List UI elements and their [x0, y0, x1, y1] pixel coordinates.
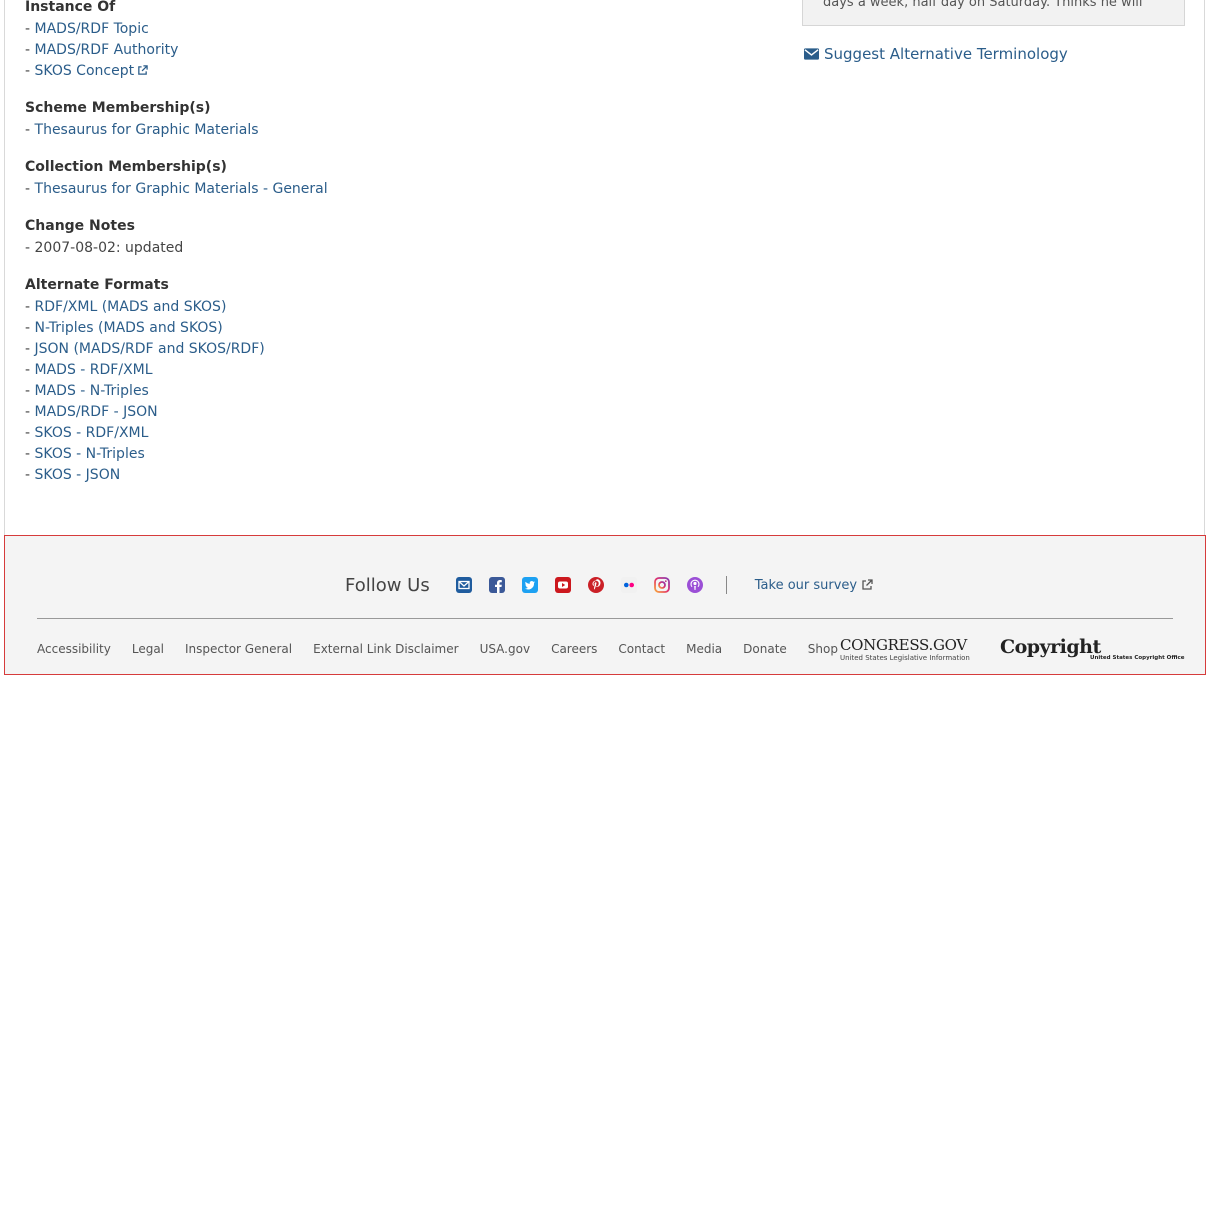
footer-divider: [37, 618, 1173, 619]
format-link-mads-n-triples[interactable]: MADS - N-Triples: [35, 383, 149, 399]
footer-link-accessibility[interactable]: Accessibility: [37, 642, 111, 656]
suggest-terminology-link[interactable]: Suggest Alternative Terminology: [804, 45, 1068, 63]
list-item: - MADS - RDF/XML: [25, 360, 265, 381]
format-link-mads-rdf-xml[interactable]: MADS - RDF/XML: [35, 362, 153, 378]
instagram-icon[interactable]: [653, 577, 670, 593]
footer-link-legal[interactable]: Legal: [132, 642, 164, 656]
congress-gov-logo[interactable]: CONGRESS.GOV United States Legislative I…: [840, 637, 970, 663]
format-link-skos-n-triples[interactable]: SKOS - N-Triples: [35, 446, 145, 462]
list-item: - SKOS - N-Triples: [25, 444, 265, 465]
dash: -: [25, 467, 35, 483]
dash: -: [25, 42, 35, 58]
dash: -: [25, 446, 35, 462]
change-notes-list: - 2007-08-02: updated: [25, 238, 183, 259]
format-link-rdf-xml[interactable]: RDF/XML (MADS and SKOS): [35, 299, 227, 315]
collection-membership-list: - Thesaurus for Graphic Materials - Gene…: [25, 179, 328, 200]
list-item: - Thesaurus for Graphic Materials: [25, 120, 259, 141]
format-link-n-triples[interactable]: N-Triples (MADS and SKOS): [35, 320, 223, 336]
dash: -: [25, 341, 35, 357]
take-survey-link[interactable]: Take our survey: [755, 578, 873, 593]
list-item: - MADS - N-Triples: [25, 381, 265, 402]
podcast-icon[interactable]: [686, 577, 703, 593]
dash: -: [25, 404, 35, 420]
facebook-icon[interactable]: [488, 577, 505, 593]
dash: -: [25, 122, 35, 138]
footer-link-media[interactable]: Media: [686, 642, 722, 656]
skos-concept-link[interactable]: SKOS Concept: [35, 63, 149, 79]
example-note-text: days a week, half day on Saturday. Think…: [823, 0, 1143, 10]
take-survey-label: Take our survey: [754, 577, 858, 593]
footer-link-shop[interactable]: Shop: [808, 642, 838, 656]
follow-us-label: Follow Us: [345, 574, 430, 596]
list-item: - SKOS Concept: [25, 61, 178, 82]
dash: -: [25, 240, 35, 256]
list-item: - JSON (MADS/RDF and SKOS/RDF): [25, 339, 265, 360]
list-item: - 2007-08-02: updated: [25, 238, 183, 259]
collection-link[interactable]: Thesaurus for Graphic Materials - Genera…: [35, 181, 328, 197]
footer-link-donate[interactable]: Donate: [743, 642, 787, 656]
list-item: - SKOS - RDF/XML: [25, 423, 265, 444]
footer-link-careers[interactable]: Careers: [551, 642, 597, 656]
dash: -: [25, 425, 35, 441]
format-link-mads-json[interactable]: MADS/RDF - JSON: [35, 404, 158, 420]
follow-divider: [725, 576, 727, 594]
footer-link-usa-gov[interactable]: USA.gov: [480, 642, 531, 656]
collection-membership-heading: Collection Membership(s): [25, 159, 227, 175]
mads-rdf-topic-link[interactable]: MADS/RDF Topic: [35, 21, 149, 37]
external-link-icon: [138, 65, 148, 75]
footer-link-contact[interactable]: Contact: [618, 642, 665, 656]
change-note-text: 2007-08-02: updated: [34, 240, 184, 256]
alternate-formats-list: - RDF/XML (MADS and SKOS) - N-Triples (M…: [25, 297, 265, 486]
external-link-icon: [862, 579, 873, 590]
dash: -: [25, 383, 35, 399]
list-item: - N-Triples (MADS and SKOS): [25, 318, 265, 339]
dash: -: [25, 181, 35, 197]
instance-of-heading: Instance Of: [25, 0, 116, 15]
list-item: - RDF/XML (MADS and SKOS): [25, 297, 265, 318]
format-link-skos-json[interactable]: SKOS - JSON: [35, 467, 121, 483]
footer-nav: Accessibility Legal Inspector General Ex…: [37, 642, 859, 656]
envelope-icon: [804, 48, 819, 60]
congress-logo-subtext: United States Legislative Information: [840, 654, 970, 662]
pinterest-icon[interactable]: [587, 577, 604, 593]
change-notes-heading: Change Notes: [25, 218, 135, 234]
suggest-terminology-label: Suggest Alternative Terminology: [824, 45, 1068, 63]
format-link-json[interactable]: JSON (MADS/RDF and SKOS/RDF): [35, 341, 265, 357]
copyright-logo-text: Copyright: [1000, 636, 1101, 658]
scheme-membership-list: - Thesaurus for Graphic Materials: [25, 120, 259, 141]
format-link-skos-rdf-xml[interactable]: SKOS - RDF/XML: [35, 425, 149, 441]
youtube-icon[interactable]: [554, 577, 571, 593]
twitter-icon[interactable]: [521, 577, 538, 593]
list-item: - MADS/RDF Authority: [25, 40, 178, 61]
footer-link-external-disclaimer[interactable]: External Link Disclaimer: [313, 642, 458, 656]
footer-link-inspector-general[interactable]: Inspector General: [185, 642, 292, 656]
dash: -: [25, 320, 35, 336]
flickr-icon[interactable]: [620, 577, 637, 593]
dash: -: [25, 63, 35, 79]
copyright-office-logo[interactable]: Copyright United States Copyright Office: [1000, 636, 1184, 661]
dash: -: [25, 21, 35, 37]
dash: -: [25, 362, 35, 378]
skos-concept-label: SKOS Concept: [34, 63, 135, 79]
email-icon[interactable]: [455, 577, 472, 593]
congress-logo-text: CONGRESS.GOV: [840, 636, 967, 654]
mads-rdf-authority-link[interactable]: MADS/RDF Authority: [35, 42, 179, 58]
alternate-formats-heading: Alternate Formats: [25, 277, 169, 293]
site-footer: Follow Us Take our survey Accessibility …: [4, 535, 1206, 675]
scheme-membership-heading: Scheme Membership(s): [25, 100, 211, 116]
instance-of-list: - MADS/RDF Topic - MADS/RDF Authority - …: [25, 19, 178, 82]
follow-us-row: Follow Us Take our survey: [345, 572, 873, 598]
list-item: - SKOS - JSON: [25, 465, 265, 486]
example-note-box: days a week, half day on Saturday. Think…: [802, 0, 1185, 26]
scheme-link[interactable]: Thesaurus for Graphic Materials: [35, 122, 259, 138]
copyright-logo-subtext: United States Copyright Office: [1090, 655, 1185, 661]
list-item: - MADS/RDF Topic: [25, 19, 178, 40]
list-item: - MADS/RDF - JSON: [25, 402, 265, 423]
dash: -: [25, 299, 35, 315]
list-item: - Thesaurus for Graphic Materials - Gene…: [25, 179, 328, 200]
